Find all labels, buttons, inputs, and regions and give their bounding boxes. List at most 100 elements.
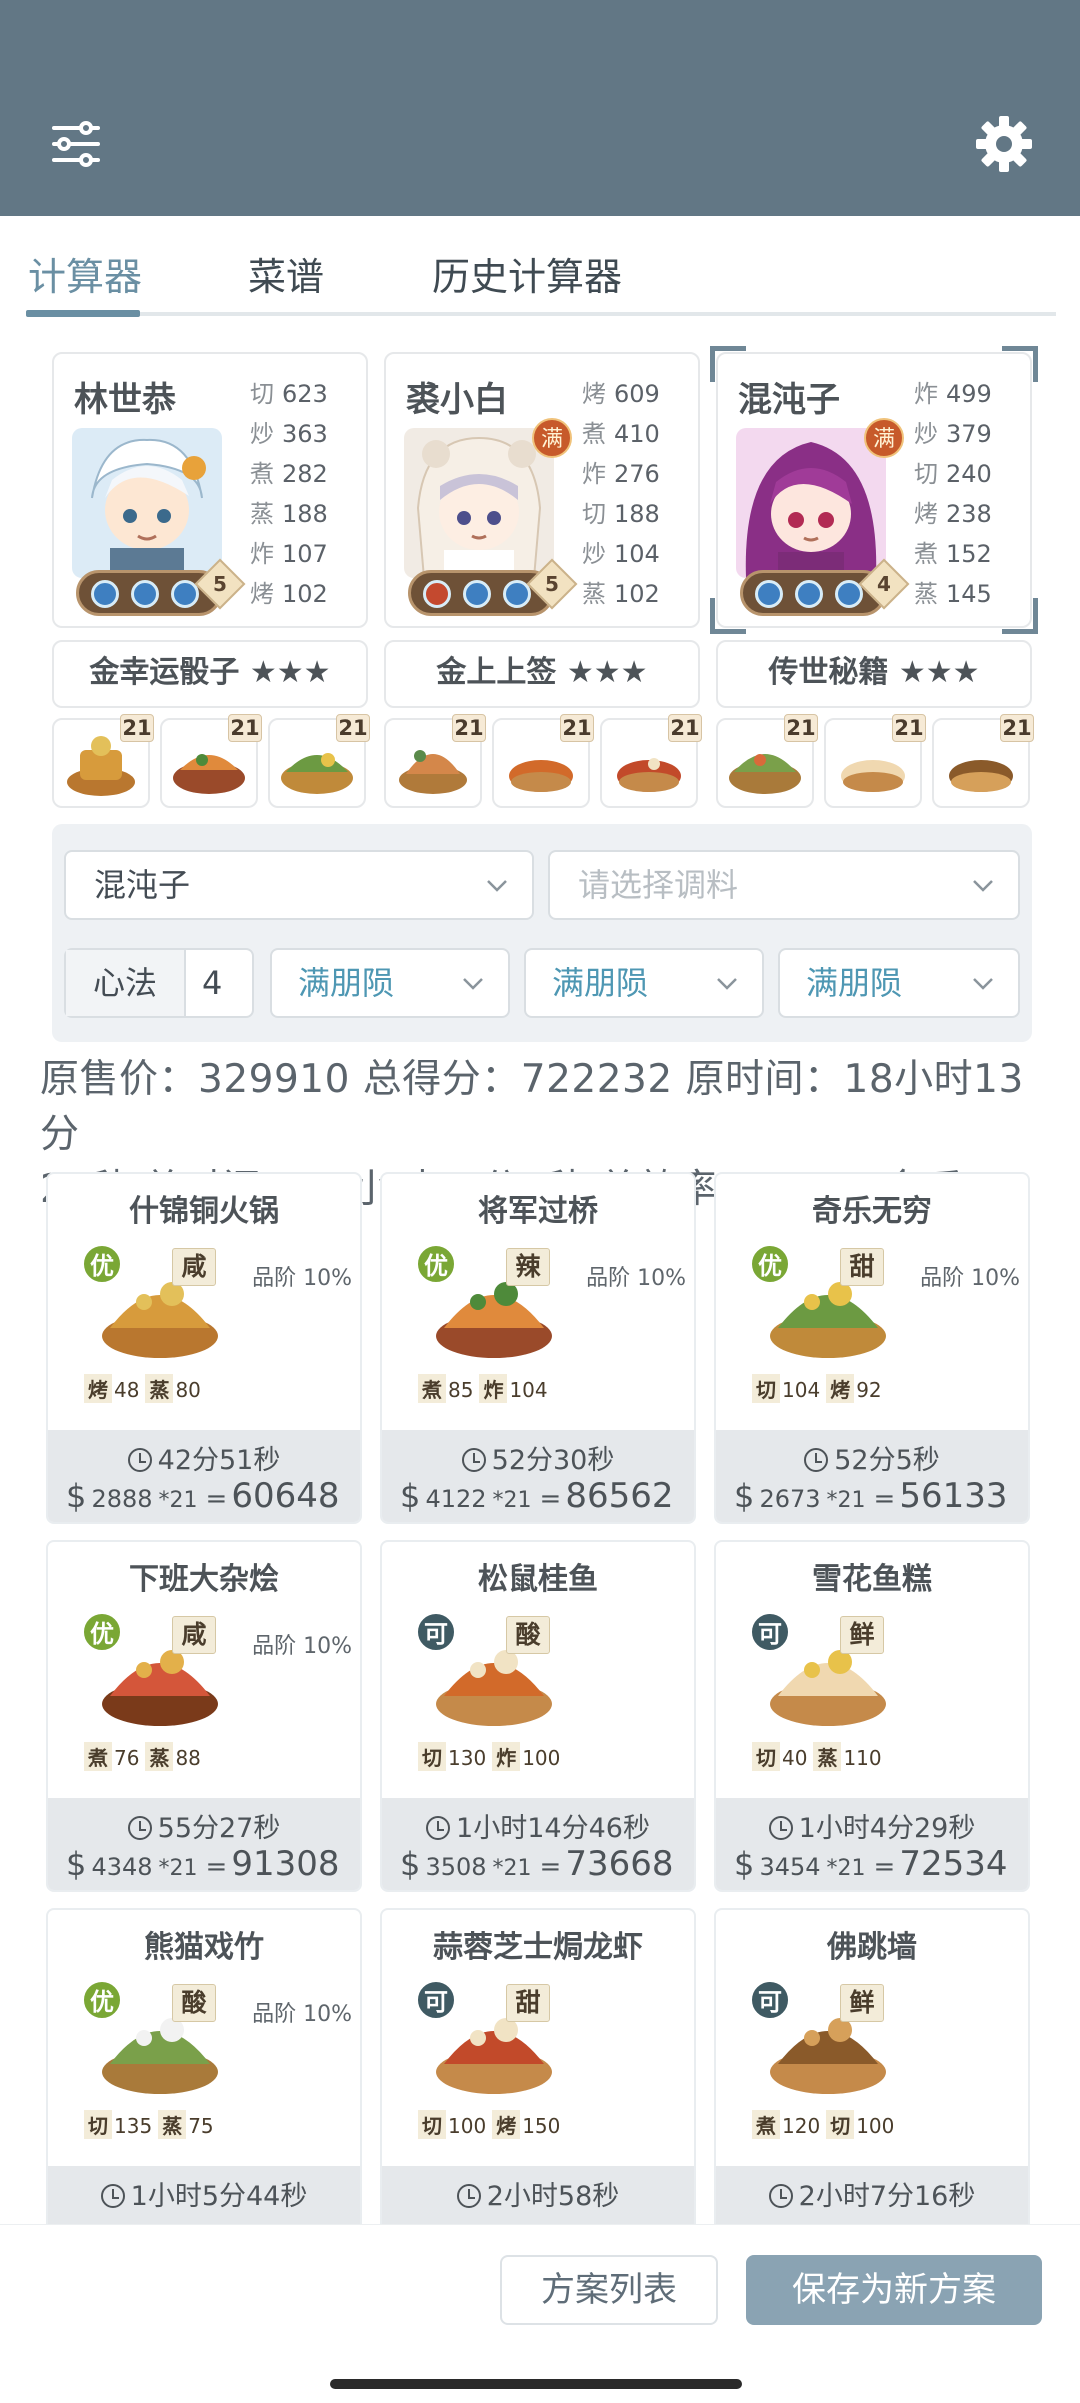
skill-row: 烤 238 — [914, 500, 992, 528]
dish-name: 雪花鱼糕 — [812, 1562, 932, 1597]
chef-select[interactable]: 混沌子 — [64, 850, 534, 920]
selection-corner — [710, 346, 746, 382]
dish-thumb[interactable]: 21 — [384, 714, 486, 808]
dish-thumb[interactable]: 21 — [600, 714, 702, 808]
dish-card[interactable]: 佛跳墙可 鲜煮 120 切 100 2小时7分16秒 — [714, 1908, 1030, 2260]
chef-card-1[interactable]: 林世恭 5 切 623 炒 363 煮 282 蒸 188 炸 107 烤 102 — [52, 352, 368, 628]
dish-thumb[interactable]: 21 — [824, 714, 926, 808]
skill-key: 煮 — [752, 2110, 780, 2139]
equip-slot-3[interactable]: 传世秘籍 ★★★ — [716, 640, 1032, 708]
dish-stats: 52分30秒 $ 4122 *21 = 86562 — [382, 1430, 694, 1522]
skill-value: 104 — [782, 1378, 821, 1402]
dollar-sign: $ — [400, 1477, 421, 1515]
dish-thumb[interactable]: 21 — [492, 714, 594, 808]
skill-key: 蒸 — [145, 1742, 174, 1771]
dish-card[interactable]: 什锦铜火锅优 咸 品阶 10% 烤 48 蒸 80 42分51秒 $ 2888 *21 = 60648 — [46, 1172, 362, 1524]
save-new-plan-button[interactable]: 保存为新方案 — [746, 2255, 1042, 2325]
chef-name: 裘小白 — [406, 380, 508, 420]
dish-count-badge: 21 — [452, 714, 486, 742]
skill-row: 煮 152 — [914, 540, 992, 568]
clock-icon — [426, 1816, 451, 1840]
dish-thumb[interactable]: 21 — [932, 714, 1034, 808]
amber-select-2[interactable]: 满朋陨 — [524, 948, 764, 1018]
full-badge: 满 — [532, 418, 572, 458]
skill-value: 88 — [175, 1746, 201, 1770]
chevron-down-icon — [487, 880, 507, 892]
dish-flavor-tag: 酸 — [172, 1984, 216, 2022]
dish-card[interactable]: 下班大杂烩优 咸 品阶 10% 煮 76 蒸 88 55分27秒 $ 4348 *21 = 91308 — [46, 1540, 362, 1892]
skill-row: 煮 282 — [250, 460, 328, 488]
clock-icon — [804, 1448, 829, 1472]
dish-card[interactable]: 蒜蓉芝士焗龙虾可 甜切 100 烤 150 2小时58秒 — [380, 1908, 696, 2260]
skill-value: 100 — [448, 2114, 487, 2138]
dish-flavor-tag: 鲜 — [840, 1984, 884, 2022]
tab-recipes[interactable]: 菜谱 — [248, 246, 324, 301]
dish-grade-bonus: 品阶 10% — [920, 1266, 1020, 1291]
dish-grade-bonus: 品阶 10% — [586, 1266, 686, 1291]
skill-row: 蒸 102 — [582, 580, 660, 608]
selection-corner — [1002, 598, 1038, 634]
ring-blue-icon — [91, 580, 119, 608]
skill-key: 炸 — [479, 1374, 508, 1403]
skill-key: 切 — [752, 1742, 780, 1771]
dish-flavor-tag: 辣 — [506, 1248, 550, 1286]
xinfa-input[interactable]: 心法 4 — [64, 948, 254, 1018]
skill-value: 100 — [856, 2114, 895, 2138]
dish-time: 1小时14分46秒 — [382, 1806, 694, 1845]
chef-card-2[interactable]: 裘小白 满 5 烤 609 煮 410 炸 276 切 188 炒 104 蒸 102 — [384, 352, 700, 628]
tab-history-calculator[interactable]: 历史计算器 — [432, 246, 622, 301]
price-equals: = — [873, 1484, 896, 1514]
dish-card[interactable]: 雪花鱼糕可 鲜切 40 蒸 110 1小时4分29秒 $ 3454 *21 = 72534 — [714, 1540, 1030, 1892]
dish-skill-reqs: 切 40 蒸 110 — [752, 1742, 888, 1772]
chevron-down-icon — [973, 978, 993, 990]
skill-row: 烤 609 — [582, 380, 660, 408]
tab-calculator[interactable]: 计算器 — [28, 246, 142, 301]
dish-card[interactable]: 奇乐无穷优 甜 品阶 10% 切 104 烤 92 52分5秒 $ 2673 *21 = 56133 — [714, 1172, 1030, 1524]
chef-avatar — [736, 428, 886, 578]
price-multiplier: *21 — [492, 1856, 532, 1881]
clock-icon — [127, 1816, 152, 1840]
ring-red-icon — [423, 580, 451, 608]
xinfa-value[interactable]: 4 — [202, 950, 222, 1016]
dish-count-badge: 21 — [120, 714, 154, 742]
price-total: 86562 — [565, 1476, 674, 1516]
sliders-icon[interactable] — [44, 112, 108, 176]
dish-thumb[interactable]: 21 — [52, 714, 154, 808]
amber-select-1[interactable]: 满朋陨 — [270, 948, 510, 1018]
price-equals: = — [205, 1484, 228, 1514]
dish-card[interactable]: 熊猫戏竹优 酸 品阶 10% 切 135 蒸 75 1小时5分44秒 — [46, 1908, 362, 2260]
plan-list-button[interactable]: 方案列表 — [500, 2255, 718, 2325]
dish-time: 1小时4分29秒 — [716, 1806, 1028, 1845]
gear-icon[interactable] — [972, 112, 1036, 176]
skill-key: 炸 — [492, 1742, 521, 1771]
equip-slot-2[interactable]: 金上上签 ★★★ — [384, 640, 700, 708]
dish-skill-reqs: 煮 85 炸 104 — [418, 1374, 554, 1404]
dish-flavor-tag: 酸 — [506, 1616, 550, 1654]
clock-icon — [768, 1816, 793, 1840]
dish-time: 2小时58秒 — [382, 2174, 694, 2213]
equip-slot-1[interactable]: 金幸运骰子 ★★★ — [52, 640, 368, 708]
dish-time: 52分5秒 — [716, 1438, 1028, 1477]
price-base: 4122 — [425, 1485, 487, 1513]
selection-corner — [710, 598, 746, 634]
seasoning-select[interactable]: 请选择调料 — [548, 850, 1020, 920]
skill-row: 炒 104 — [582, 540, 660, 568]
dish-name: 下班大杂烩 — [129, 1562, 279, 1597]
dish-tier-badge: 优 — [82, 1612, 122, 1652]
dish-thumb[interactable]: 21 — [160, 714, 262, 808]
home-indicator — [330, 2379, 742, 2389]
clock-icon — [461, 1448, 486, 1472]
dish-card[interactable]: 将军过桥优 辣 品阶 10% 煮 85 炸 104 52分30秒 $ 4122 *21 = 86562 — [380, 1172, 696, 1524]
dish-skill-reqs: 切 135 蒸 75 — [84, 2110, 220, 2140]
dish-name: 什锦铜火锅 — [129, 1194, 279, 1229]
chef-avatar — [72, 428, 222, 578]
chef-card-3[interactable]: 混沌子 满 4 炸 499 炒 379 切 240 烤 238 煮 152 蒸 145 — [716, 352, 1032, 628]
dish-thumb[interactable]: 21 — [268, 714, 370, 808]
dish-thumb[interactable]: 21 — [716, 714, 818, 808]
dish-grade-bonus: 品阶 10% — [252, 2002, 352, 2027]
dish-name: 熊猫戏竹 — [144, 1930, 264, 1965]
chevron-down-icon — [973, 880, 993, 892]
skill-row: 切 623 — [250, 380, 328, 408]
dish-card[interactable]: 松鼠桂鱼可 酸切 130 炸 100 1小时14分46秒 $ 3508 *21 = 73668 — [380, 1540, 696, 1892]
amber-select-3[interactable]: 满朋陨 — [778, 948, 1020, 1018]
